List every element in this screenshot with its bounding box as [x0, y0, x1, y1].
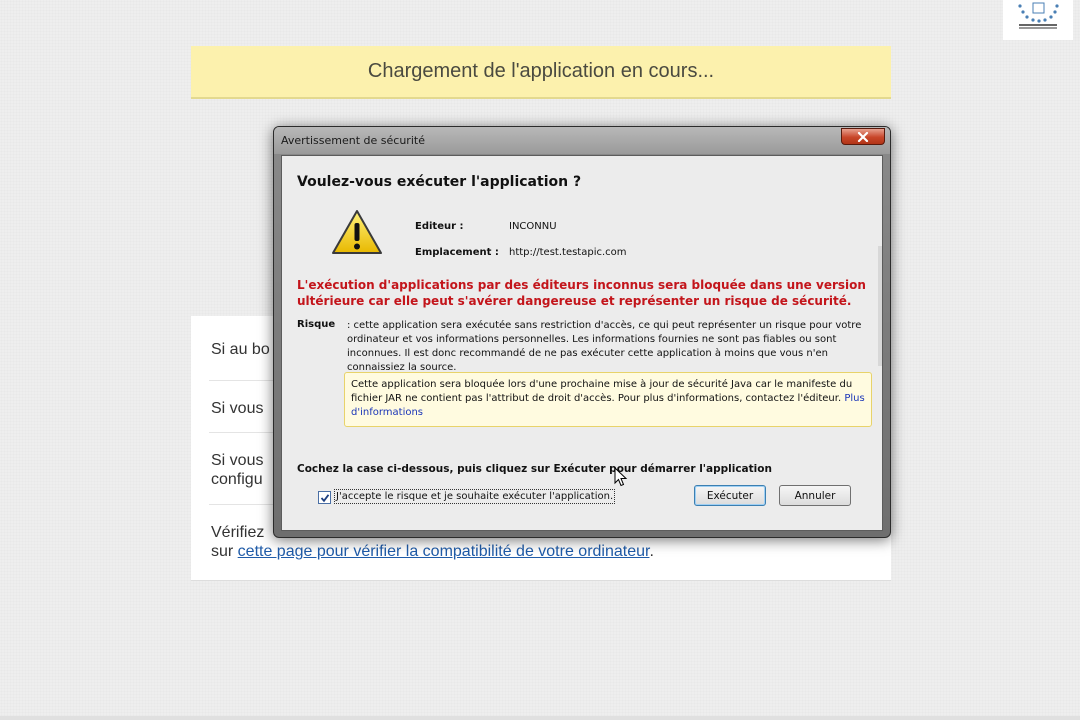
run-button[interactable]: Exécuter: [694, 485, 766, 506]
close-icon: [857, 131, 869, 142]
location-label: Emplacement :: [415, 247, 499, 258]
dialog-heading: Voulez-vous exécuter l'application ?: [297, 174, 582, 190]
card-row-4b-suffix: .: [649, 543, 654, 560]
publisher-value: INCONNU: [509, 221, 557, 232]
unknown-publisher-warning: L'exécution d'applications par des édite…: [297, 278, 866, 308]
close-button[interactable]: [841, 128, 885, 145]
info-text: Cette application sera bloquée lors d'un…: [351, 379, 853, 404]
card-row-4b-prefix: sur: [211, 543, 238, 560]
accept-risk-label[interactable]: J'accepte le risque et je souhaite exécu…: [334, 489, 616, 504]
publisher-label: Editeur :: [415, 221, 464, 232]
cursor-icon: [614, 466, 628, 492]
loading-banner: Chargement de l'application en cours...: [191, 46, 891, 99]
risk-description: : cette application sera exécutée sans r…: [347, 320, 862, 373]
card-row-4b: sur cette page pour vérifier la compatib…: [211, 542, 851, 561]
instruction-text: Cochez la case ci-dessous, puis cliquez …: [297, 463, 772, 475]
location-value: http://test.testapic.com: [509, 247, 627, 258]
dialog-title: Avertissement de sécurité: [281, 134, 425, 147]
dialog-content: Voulez-vous exécuter l'application ? Edi…: [281, 155, 883, 531]
compatibility-link[interactable]: cette page pour vérifier la compatibilit…: [238, 543, 650, 560]
scrollbar-edge: [878, 246, 882, 366]
cancel-button[interactable]: Annuler: [779, 485, 851, 506]
dialog-titlebar[interactable]: Avertissement de sécurité: [274, 127, 890, 154]
accept-risk-checkbox[interactable]: [318, 491, 331, 504]
logo-icon: [1003, 0, 1073, 40]
page-bottom-border: [0, 716, 1080, 720]
warning-icon: [330, 208, 384, 261]
check-icon: [320, 493, 329, 502]
risk-label: Risque: [297, 319, 336, 330]
info-box: Cette application sera bloquée lors d'un…: [344, 372, 872, 427]
security-warning-dialog: Avertissement de sécurité Voulez-vous ex…: [273, 126, 891, 538]
